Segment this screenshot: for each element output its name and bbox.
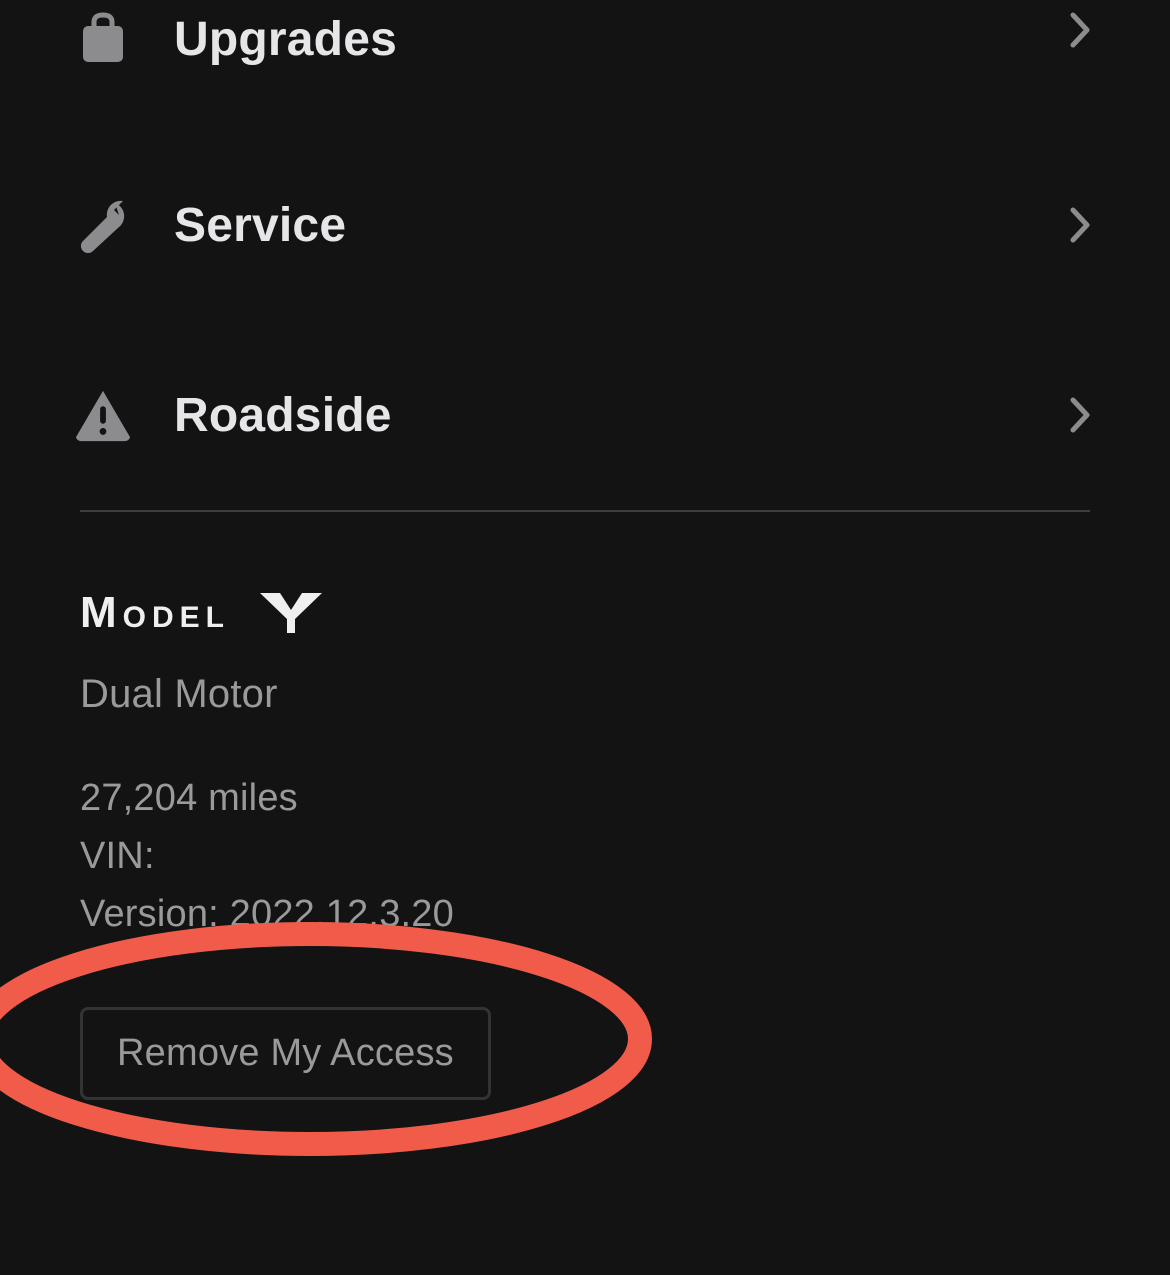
vehicle-version: Version: 2022.12.3.20 <box>80 889 1090 939</box>
vehicle-model-wordmark: MODEL <box>80 588 1090 638</box>
vehicle-drivetrain: Dual Motor <box>80 672 1090 717</box>
menu-item-upgrades[interactable]: Upgrades <box>0 0 1170 130</box>
wordmark-model-text: MODEL <box>80 588 230 638</box>
wordmark-y-glyph <box>260 593 322 633</box>
remove-my-access-button[interactable]: Remove My Access <box>80 1007 491 1100</box>
vehicle-vin: VIN: <box>80 831 1090 881</box>
bag-icon <box>74 12 132 66</box>
chevron-right-icon <box>1070 397 1090 433</box>
version-prefix: Version: <box>80 893 230 935</box>
menu-label: Service <box>174 198 1070 253</box>
warning-triangle-icon <box>74 388 132 442</box>
chevron-right-icon <box>1070 12 1090 48</box>
menu-label: Upgrades <box>174 12 1070 67</box>
menu-list: Upgrades Service Roadside <box>0 0 1170 510</box>
version-value: 2022.12.3.20 <box>230 893 454 935</box>
menu-item-roadside[interactable]: Roadside <box>0 320 1170 510</box>
vehicle-info: MODEL Dual Motor 27,204 miles VIN: Versi… <box>0 512 1170 1100</box>
vehicle-odometer: 27,204 miles <box>80 773 1090 823</box>
menu-label: Roadside <box>174 388 1070 443</box>
menu-item-service[interactable]: Service <box>0 130 1170 320</box>
vin-label: VIN: <box>80 835 155 877</box>
wrench-icon <box>74 197 132 253</box>
chevron-right-icon <box>1070 207 1090 243</box>
